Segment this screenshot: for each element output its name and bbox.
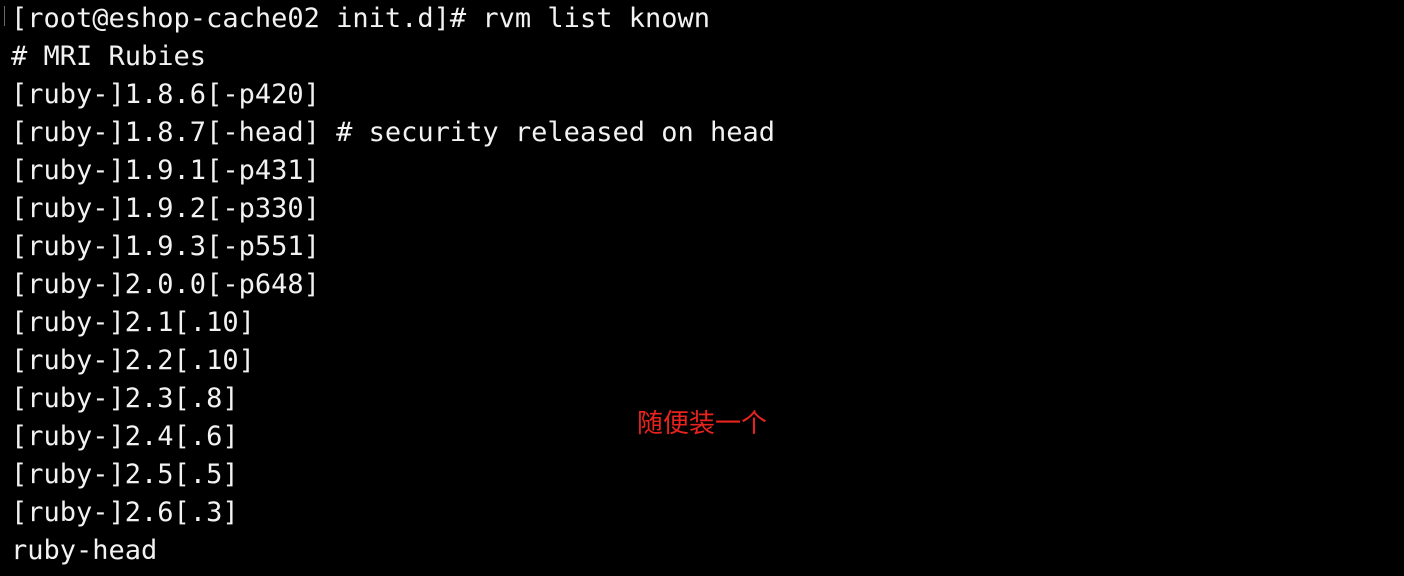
ruby-version-line: [ruby-]2.5[.5]: [11, 459, 239, 490]
cursor-marker: [4, 6, 5, 26]
annotation-note: 随便装一个: [637, 409, 768, 439]
ruby-version-line: [ruby-]1.8.7[-head] # security released …: [11, 117, 776, 148]
ruby-version-line: [ruby-]2.2[.10]: [11, 345, 255, 376]
ruby-head-line: ruby-head: [11, 535, 158, 566]
command-prompt-line: [root@eshop-cache02 init.d]# rvm list kn…: [11, 3, 710, 34]
ruby-version-line: [ruby-]1.9.1[-p431]: [11, 155, 320, 186]
ruby-version-line: [ruby-]2.1[.10]: [11, 307, 255, 338]
ruby-version-line: [ruby-]2.6[.3]: [11, 497, 239, 528]
terminal-window[interactable]: [root@eshop-cache02 init.d]# rvm list kn…: [0, 0, 1404, 576]
ruby-version-line: [ruby-]1.8.6[-p420]: [11, 79, 320, 110]
ruby-version-line: [ruby-]2.0.0[-p648]: [11, 269, 320, 300]
ruby-version-line: [ruby-]1.9.3[-p551]: [11, 231, 320, 262]
section-comment-line: # MRI Rubies: [11, 41, 207, 72]
ruby-version-line: [ruby-]1.9.2[-p330]: [11, 193, 320, 224]
terminal-output: [root@eshop-cache02 init.d]# rvm list kn…: [11, 0, 775, 570]
